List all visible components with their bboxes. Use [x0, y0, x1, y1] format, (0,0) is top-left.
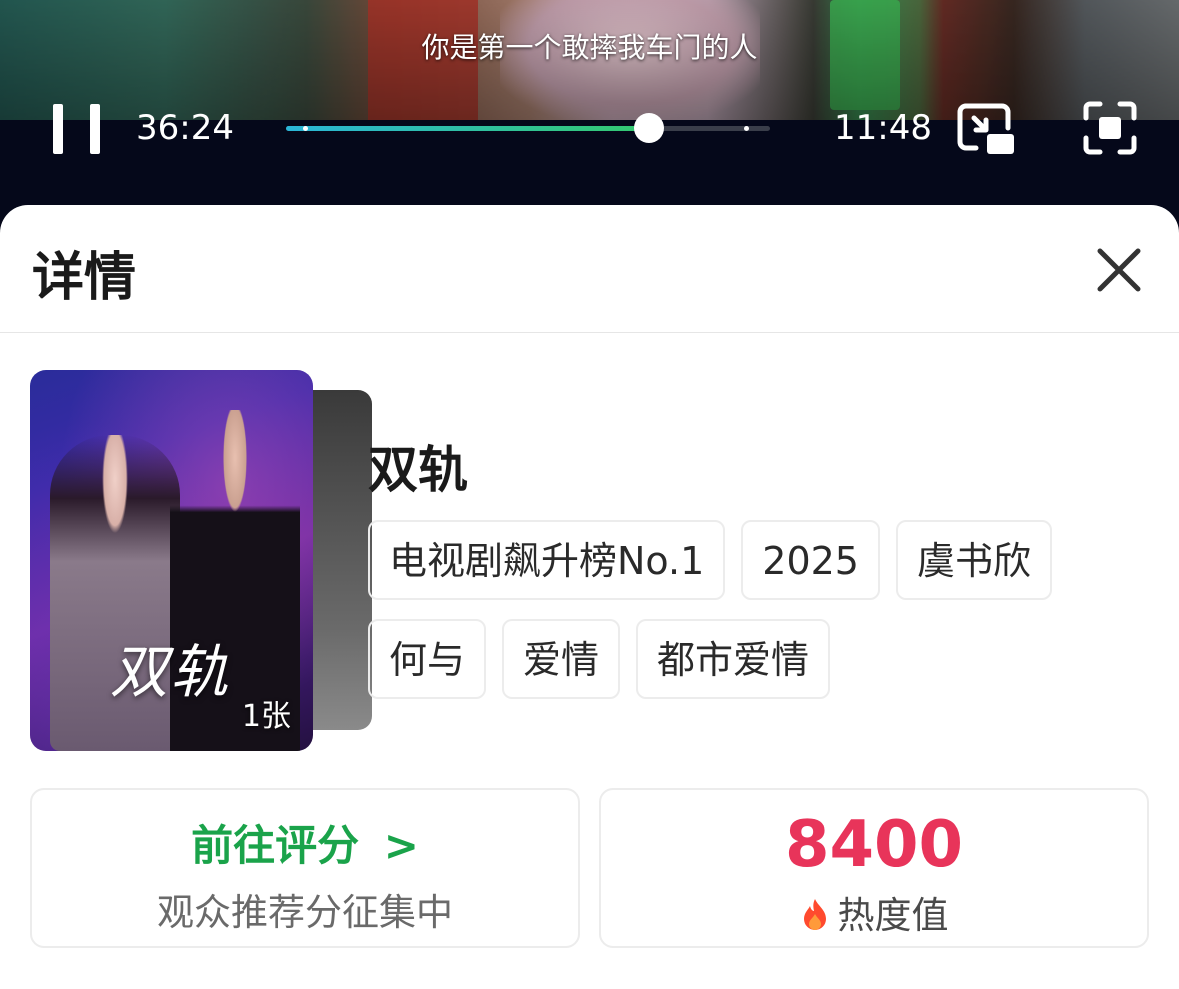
heat-label: 热度值 — [837, 894, 949, 937]
fullscreen-icon[interactable] — [1082, 100, 1138, 156]
progress-thumb[interactable] — [634, 113, 664, 143]
rating-subtitle: 观众推荐分征集中 — [157, 891, 453, 934]
rate-link-label: 前往评分 — [191, 821, 360, 870]
current-time: 36:24 — [136, 108, 234, 148]
poster-logo: 双轨 — [110, 638, 231, 706]
drama-title: 双轨 — [368, 441, 468, 499]
tag-chip[interactable]: 电视剧飙升榜No.1 — [368, 520, 726, 600]
rate-link[interactable]: 前往评分 > — [32, 812, 578, 873]
poster-count: 1张 — [241, 699, 291, 734]
player-controls: 36:24 11:48 — [0, 100, 1179, 160]
sheet-header: 详情 — [0, 205, 1179, 333]
tag-chip[interactable]: 爱情 — [502, 619, 621, 699]
tag-list: 电视剧飙升榜No.1 2025 虞书欣何与 爱情 都市爱情 — [368, 520, 1148, 718]
sheet-title: 详情 — [32, 248, 137, 308]
poster-image[interactable]: 双轨 1张 — [30, 370, 313, 751]
total-time: 11:48 — [834, 108, 932, 148]
close-icon[interactable] — [1092, 243, 1146, 297]
progress-marker — [743, 126, 749, 131]
flame-icon — [800, 898, 830, 932]
tag-chip[interactable]: 何与 — [368, 619, 487, 699]
pause-icon[interactable] — [52, 104, 102, 156]
details-sheet: 详情 双轨 1张 双轨 电视剧飙升榜No.1 2025 虞书欣何与 爱情 都市爱情 前往… — [0, 205, 1179, 989]
tag-chip[interactable]: 都市爱情 — [636, 619, 831, 699]
heat-value: 8400 — [784, 808, 964, 882]
tag-chip[interactable]: 2025 — [741, 520, 880, 600]
progress-fill — [286, 126, 649, 131]
heat-card[interactable]: 8400 热度值 — [599, 788, 1149, 948]
poster-gallery[interactable]: 双轨 1张 — [30, 370, 372, 755]
tag-chip[interactable]: 虞书欣 — [895, 520, 1052, 600]
video-subtitle: 你是第一个敢摔我车门的人 — [421, 31, 758, 64]
progress-bar[interactable] — [286, 113, 770, 143]
heat-label-row: 热度值 — [601, 885, 1147, 939]
video-player[interactable]: 你是第一个敢摔我车门的人 36:24 11:48 — [0, 0, 1179, 230]
picture-in-picture-icon[interactable] — [956, 100, 1016, 158]
chevron-right-icon: > — [383, 821, 419, 870]
rating-card[interactable]: 前往评分 > 观众推荐分征集中 — [30, 788, 580, 948]
